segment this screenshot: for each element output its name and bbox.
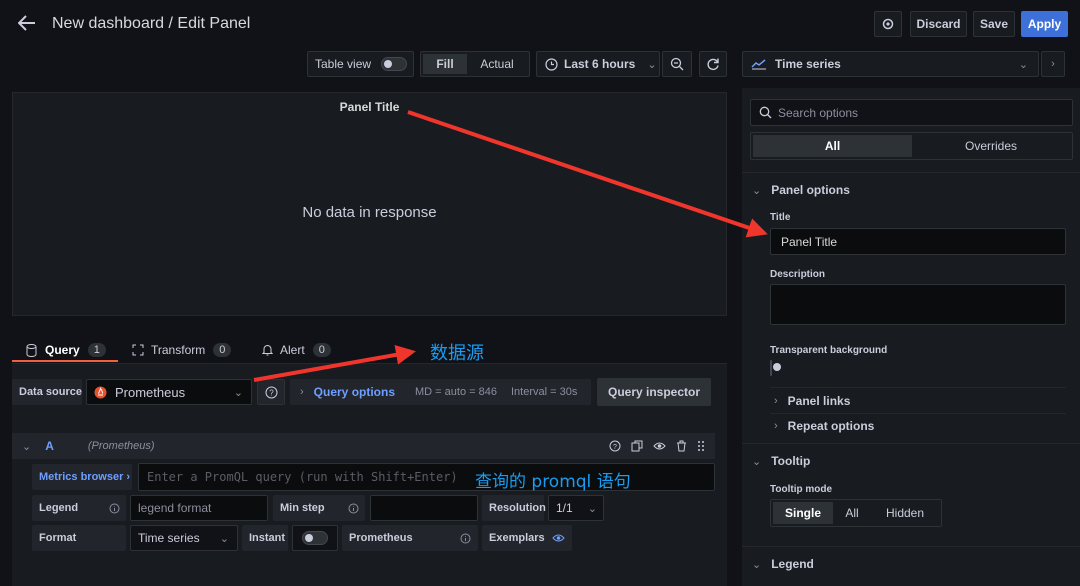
annotation-arrows [253,110,768,382]
annotation-datasource-note: 数据源 [430,343,484,364]
annotation-arrow-datasource [253,344,416,382]
annotation-promql-note: 查询的 promql 语句 [475,472,631,492]
annotation-arrow-title [407,110,768,238]
